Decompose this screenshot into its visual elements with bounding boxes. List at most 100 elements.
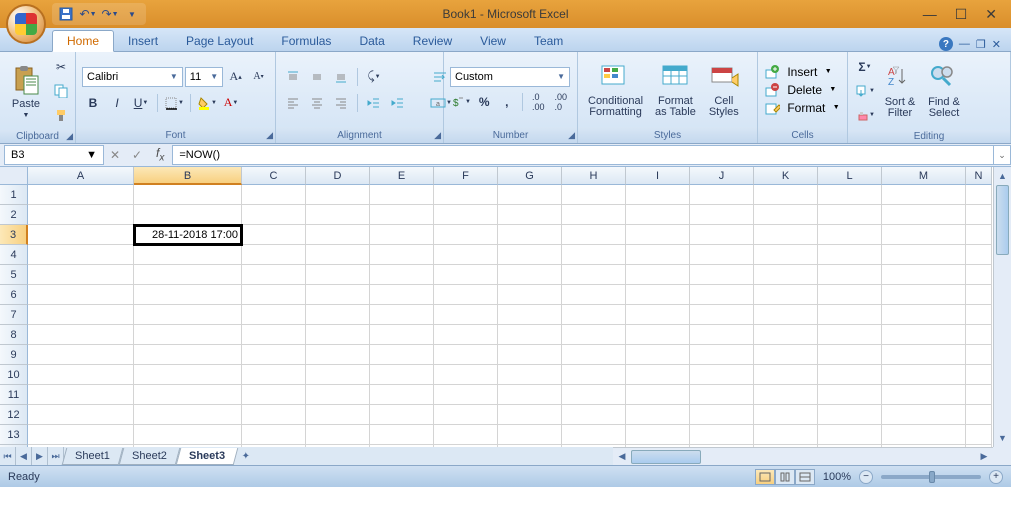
- cell[interactable]: [434, 185, 498, 205]
- cell[interactable]: [134, 185, 242, 205]
- cell[interactable]: [882, 365, 966, 385]
- cell[interactable]: [370, 285, 434, 305]
- cell[interactable]: [370, 205, 434, 225]
- cell[interactable]: [882, 225, 966, 245]
- column-header[interactable]: L: [818, 167, 882, 185]
- row-header[interactable]: 10: [0, 365, 28, 385]
- cell[interactable]: [370, 425, 434, 445]
- cell[interactable]: [28, 225, 134, 245]
- cell[interactable]: [28, 385, 134, 405]
- cell[interactable]: [242, 245, 306, 265]
- cell[interactable]: [882, 265, 966, 285]
- close-button[interactable]: ✕: [985, 6, 997, 23]
- cell[interactable]: [562, 185, 626, 205]
- cell[interactable]: [370, 225, 434, 245]
- column-header[interactable]: I: [626, 167, 690, 185]
- cell[interactable]: [498, 265, 562, 285]
- column-header[interactable]: J: [690, 167, 754, 185]
- normal-view-button[interactable]: [755, 469, 775, 485]
- cell[interactable]: [370, 305, 434, 325]
- cell[interactable]: [306, 425, 370, 445]
- cell[interactable]: [28, 345, 134, 365]
- cell[interactable]: [498, 405, 562, 425]
- cell[interactable]: [434, 405, 498, 425]
- page-layout-view-button[interactable]: [775, 469, 795, 485]
- cell[interactable]: [498, 185, 562, 205]
- paste-button[interactable]: Paste ▼: [6, 62, 46, 121]
- cell[interactable]: [882, 305, 966, 325]
- cell[interactable]: [242, 325, 306, 345]
- cell[interactable]: [434, 225, 498, 245]
- cell[interactable]: [498, 225, 562, 245]
- cell[interactable]: [562, 205, 626, 225]
- tab-home[interactable]: Home: [52, 30, 114, 52]
- cell[interactable]: [882, 285, 966, 305]
- tab-review[interactable]: Review: [399, 31, 466, 51]
- sheet-tab-3[interactable]: Sheet3: [175, 448, 238, 465]
- cell[interactable]: [498, 245, 562, 265]
- cell[interactable]: [882, 185, 966, 205]
- cell[interactable]: [882, 245, 966, 265]
- cell[interactable]: [434, 425, 498, 445]
- align-center-button[interactable]: [306, 92, 328, 114]
- cell[interactable]: [242, 305, 306, 325]
- cell[interactable]: [28, 285, 134, 305]
- cell[interactable]: [28, 425, 134, 445]
- cell[interactable]: [882, 325, 966, 345]
- cell[interactable]: [626, 285, 690, 305]
- cell[interactable]: [754, 425, 818, 445]
- name-box[interactable]: B3▼: [4, 145, 104, 165]
- cell[interactable]: [434, 265, 498, 285]
- clipboard-dialog-icon[interactable]: ◢: [66, 131, 73, 142]
- cell[interactable]: [818, 365, 882, 385]
- cell[interactable]: [498, 205, 562, 225]
- font-color-button[interactable]: A▼: [220, 92, 242, 114]
- mdi-minimize-icon[interactable]: —: [959, 38, 970, 50]
- cell[interactable]: [966, 285, 992, 305]
- help-icon[interactable]: ?: [939, 37, 953, 51]
- cell[interactable]: [562, 265, 626, 285]
- cell[interactable]: [966, 225, 992, 245]
- tab-data[interactable]: Data: [345, 31, 398, 51]
- number-dialog-icon[interactable]: ◢: [568, 130, 575, 141]
- cell[interactable]: [626, 405, 690, 425]
- zoom-out-button[interactable]: −: [859, 470, 873, 484]
- page-break-view-button[interactable]: [795, 469, 815, 485]
- cell[interactable]: [882, 385, 966, 405]
- cell[interactable]: [134, 245, 242, 265]
- cell[interactable]: [626, 225, 690, 245]
- row-header[interactable]: 8: [0, 325, 28, 345]
- cell[interactable]: [562, 425, 626, 445]
- cell[interactable]: [626, 425, 690, 445]
- cell[interactable]: [966, 325, 992, 345]
- cell[interactable]: [28, 365, 134, 385]
- cell[interactable]: [134, 425, 242, 445]
- cell[interactable]: [818, 305, 882, 325]
- bold-button[interactable]: B: [82, 92, 104, 114]
- tab-insert[interactable]: Insert: [114, 31, 172, 51]
- cell[interactable]: [242, 345, 306, 365]
- cell[interactable]: [562, 385, 626, 405]
- cell[interactable]: [562, 305, 626, 325]
- cell[interactable]: [370, 385, 434, 405]
- cell[interactable]: [242, 185, 306, 205]
- cell[interactable]: 28-11-2018 17:00: [134, 225, 242, 245]
- cell[interactable]: [818, 265, 882, 285]
- row-header[interactable]: 7: [0, 305, 28, 325]
- cell[interactable]: [818, 225, 882, 245]
- column-header[interactable]: G: [498, 167, 562, 185]
- cell[interactable]: [434, 205, 498, 225]
- insert-cells-button[interactable]: Insert ▼: [764, 64, 841, 80]
- cell[interactable]: [498, 285, 562, 305]
- cell[interactable]: [690, 245, 754, 265]
- cell[interactable]: [754, 205, 818, 225]
- cell[interactable]: [242, 205, 306, 225]
- border-button[interactable]: ▼: [163, 92, 185, 114]
- tab-scroll-first-icon[interactable]: ⏮: [0, 447, 16, 465]
- cell[interactable]: [690, 345, 754, 365]
- cell[interactable]: [134, 305, 242, 325]
- sort-filter-button[interactable]: AZ Sort & Filter: [880, 61, 920, 121]
- cell[interactable]: [498, 345, 562, 365]
- cell[interactable]: [882, 205, 966, 225]
- cell[interactable]: [370, 245, 434, 265]
